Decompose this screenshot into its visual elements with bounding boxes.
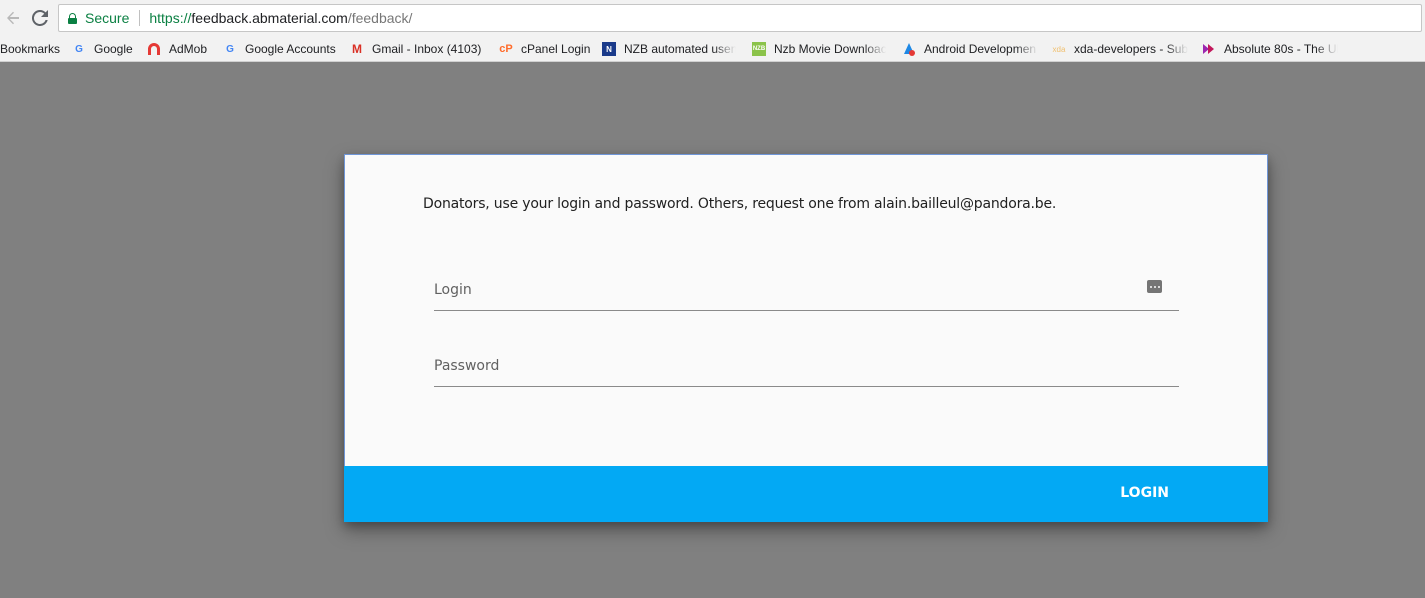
address-bar[interactable]: Secure https://feedback.abmaterial.com/f… (58, 4, 1422, 32)
url-path: /feedback/ (347, 10, 413, 26)
bookmark-nzb-movie[interactable]: NZB Nzb Movie Downloac (752, 38, 886, 60)
secure-label: Secure (85, 10, 130, 26)
login-card: Donators, use your login and password. O… (344, 154, 1268, 522)
password-input[interactable] (434, 355, 1134, 377)
url-host: feedback.abmaterial.com (191, 10, 348, 26)
bookmarks-label: Bookmarks (0, 42, 61, 56)
bookmarks-menu[interactable]: Bookmarks (0, 38, 60, 60)
autofill-key-icon[interactable] (1147, 280, 1162, 293)
bookmark-label: AdMob (169, 42, 208, 56)
bookmark-admob[interactable]: AdMob (147, 38, 207, 60)
url-scheme: https:// (149, 10, 192, 26)
browser-toolbar: Secure https://feedback.abmaterial.com/f… (0, 0, 1425, 36)
omnibox-divider (139, 10, 141, 26)
card-footer: LOGIN (344, 466, 1268, 522)
absolute-80s-icon (1202, 42, 1216, 56)
password-field (434, 347, 1179, 387)
login-field (434, 271, 1179, 311)
bookmark-label: cPanel Login (521, 42, 591, 56)
bookmark-nzb-automated[interactable]: N NZB automated usen (602, 38, 736, 60)
nzb-movie-icon: NZB (752, 42, 766, 56)
bookmark-google[interactable]: G Google (72, 38, 133, 60)
bookmark-label: Google (94, 42, 133, 56)
admob-icon (147, 42, 161, 56)
intro-text: Donators, use your login and password. O… (423, 196, 1057, 212)
reload-icon[interactable] (29, 7, 51, 29)
login-button[interactable]: LOGIN (1120, 485, 1169, 501)
bookmark-label: Google Accounts (245, 42, 336, 56)
google-icon: G (75, 43, 83, 55)
bookmark-label: Absolute 80s - The Ul (1224, 42, 1338, 56)
bookmark-label: Nzb Movie Downloac (774, 42, 886, 56)
bookmark-label: Android Developmen (924, 42, 1037, 56)
bookmark-label: xda-developers - Sub (1074, 42, 1188, 56)
lock-icon (68, 12, 77, 24)
nzb-icon: N (602, 42, 616, 56)
back-arrow-icon[interactable] (2, 7, 24, 29)
bookmark-android-dev[interactable]: Android Developmen (902, 38, 1038, 60)
bookmark-google-accounts[interactable]: G Google Accounts (223, 38, 336, 60)
gmail-icon: M (352, 42, 362, 56)
bookmark-gmail[interactable]: M Gmail - Inbox (4103) (350, 38, 481, 60)
bookmark-absolute-80s[interactable]: Absolute 80s - The Ul (1202, 38, 1338, 60)
bookmark-cpanel[interactable]: cP cPanel Login (499, 38, 590, 60)
android-dev-icon (902, 42, 916, 56)
google-icon: G (226, 43, 234, 55)
bookmark-label: Gmail - Inbox (4103) (372, 42, 482, 56)
bookmarks-bar: Bookmarks G Google AdMob G Google Accoun… (0, 36, 1425, 62)
cpanel-icon: cP (499, 43, 513, 55)
login-input[interactable] (434, 279, 1134, 301)
bookmark-label: NZB automated usen (624, 42, 736, 56)
xda-icon: xda (1052, 44, 1066, 54)
bookmark-xda[interactable]: xda xda-developers - Sub (1052, 38, 1188, 60)
